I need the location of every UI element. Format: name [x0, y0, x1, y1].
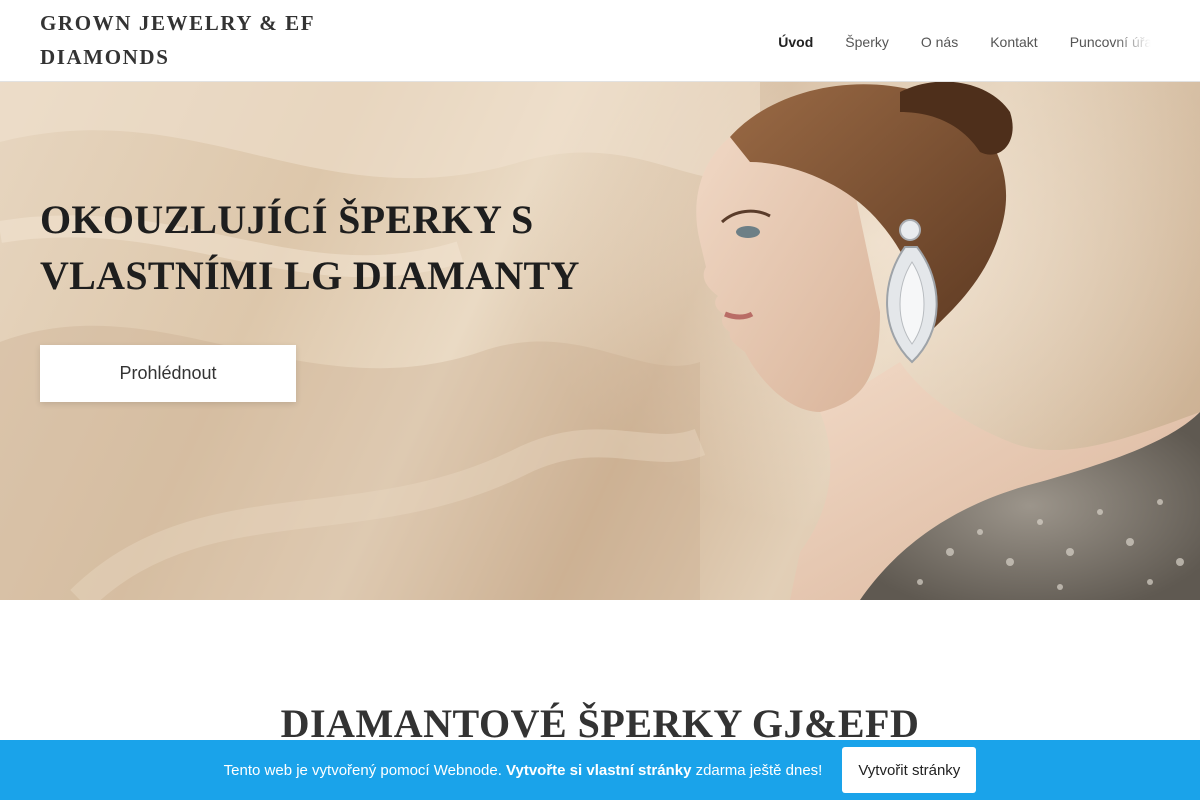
- banner-text-prefix: Tento web je vytvořený pomocí Webnode.: [223, 761, 502, 779]
- nav-item-sperky[interactable]: Šperky: [845, 34, 889, 50]
- nav-item-puncovni-urad[interactable]: Puncovní úřad: [1070, 34, 1160, 50]
- nav-item-uvod[interactable]: Úvod: [778, 34, 813, 50]
- create-site-button[interactable]: Vytvořit stránky: [842, 747, 977, 793]
- browse-button[interactable]: Prohlédnout: [40, 345, 296, 402]
- banner-text-bold[interactable]: Vytvořte si vlastní stránky: [506, 762, 691, 779]
- site-header: GROWN JEWELRY & EF DIAMONDS Úvod Šperky …: [0, 0, 1200, 82]
- site-logo[interactable]: GROWN JEWELRY & EF DIAMONDS: [40, 6, 380, 74]
- nav-item-o-nas[interactable]: O nás: [921, 34, 958, 50]
- banner-text: Tento web je vytvořený pomocí Webnode. V…: [224, 762, 823, 779]
- hero-title-line-1: OKOUZLUJÍCÍ ŠPERKY S: [40, 197, 534, 242]
- banner-text-suffix: zdarma ještě dnes!: [695, 761, 823, 779]
- nav-item-kontakt[interactable]: Kontakt: [990, 34, 1037, 50]
- hero-section: OKOUZLUJÍCÍ ŠPERKY S VLASTNÍMI LG DIAMAN…: [0, 82, 1200, 600]
- hero-background-image: [0, 82, 1200, 600]
- main-nav: Úvod Šperky O nás Kontakt Puncovní úřad: [720, 32, 1160, 52]
- hero-title: OKOUZLUJÍCÍ ŠPERKY S VLASTNÍMI LG DIAMAN…: [40, 192, 640, 304]
- logo-line-2: DIAMONDS: [40, 45, 170, 69]
- webnode-banner: Tento web je vytvořený pomocí Webnode. V…: [0, 740, 1200, 800]
- hero-title-line-2: VLASTNÍMI LG DIAMANTY: [40, 253, 580, 298]
- logo-line-1: GROWN JEWELRY & EF: [40, 11, 316, 35]
